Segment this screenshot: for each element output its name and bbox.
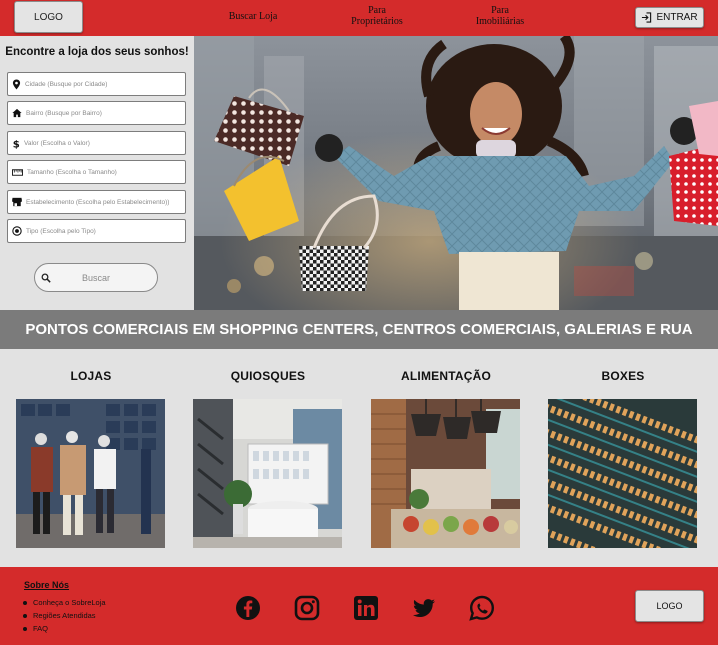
- footer-logo-button[interactable]: LOGO: [635, 590, 704, 622]
- footer-link-label: FAQ: [33, 624, 49, 633]
- login-icon: [642, 12, 652, 23]
- instagram-icon[interactable]: [294, 595, 320, 621]
- category-title-alimentacao: ALIMENTAÇÃO: [401, 369, 491, 383]
- twitter-icon[interactable]: [411, 595, 437, 621]
- search-button[interactable]: Buscar: [34, 263, 158, 292]
- target-icon: [12, 226, 22, 236]
- city-input[interactable]: [25, 80, 185, 88]
- search-button-label: Buscar: [81, 272, 110, 283]
- footer-links: Conheça o SobreLoja Regiões Atendidas FA…: [23, 596, 106, 635]
- category-image-quiosques[interactable]: [193, 399, 342, 548]
- footer-link[interactable]: Regiões Atendidas: [23, 609, 106, 622]
- whatsapp-icon[interactable]: [469, 595, 495, 621]
- nav-buscar-loja[interactable]: Buscar Loja: [220, 11, 286, 22]
- establishment-field[interactable]: [7, 190, 186, 214]
- size-field[interactable]: [7, 160, 186, 184]
- facebook-icon[interactable]: [235, 595, 261, 621]
- ruler-icon: [12, 168, 23, 176]
- hero-image: [194, 36, 718, 310]
- login-button[interactable]: ENTRAR: [635, 7, 704, 28]
- logo-button[interactable]: LOGO: [14, 1, 83, 33]
- city-field[interactable]: [7, 72, 186, 96]
- nav-para-proprietarios[interactable]: Para Proprietários: [342, 5, 412, 27]
- footer-link-label: Regiões Atendidas: [33, 611, 96, 620]
- top-header: LOGO Buscar Loja Para Proprietários Para…: [0, 0, 718, 36]
- footer-about-title[interactable]: Sobre Nós: [24, 580, 69, 590]
- login-label: ENTRAR: [656, 12, 698, 23]
- nav-imobiliarias-label: Imobiliárias: [475, 16, 525, 27]
- nav-para-label: Para: [368, 5, 386, 16]
- category-title-quiosques: QUIOSQUES: [230, 369, 306, 383]
- type-field[interactable]: [7, 219, 186, 243]
- linkedin-icon[interactable]: [353, 595, 379, 621]
- bullet-icon: [23, 626, 27, 631]
- category-image-boxes[interactable]: [548, 399, 697, 548]
- search-title: Encontre a loja dos seus sonhos!: [5, 46, 189, 58]
- neighborhood-input[interactable]: [26, 109, 185, 117]
- establishment-input[interactable]: [26, 198, 185, 206]
- category-title-lojas: LOJAS: [70, 369, 112, 383]
- category-title-boxes: BOXES: [601, 369, 645, 383]
- footer-link[interactable]: FAQ: [23, 622, 106, 635]
- store-icon: [12, 197, 22, 207]
- nav-proprietarios-label: Proprietários: [351, 16, 403, 27]
- size-input[interactable]: [27, 168, 185, 176]
- nav-para-label-2: Para: [491, 5, 509, 16]
- svg-text:$: $: [13, 139, 20, 148]
- type-input[interactable]: [26, 227, 185, 235]
- footer-link[interactable]: Conheça o SobreLoja: [23, 596, 106, 609]
- search-icon: [41, 273, 51, 283]
- bullet-icon: [23, 600, 27, 605]
- price-field[interactable]: $: [7, 131, 186, 155]
- category-image-alimentacao[interactable]: [371, 399, 520, 548]
- bullet-icon: [23, 613, 27, 618]
- category-banner: PONTOS COMERCIAIS EM SHOPPING CENTERS, C…: [0, 310, 718, 349]
- footer: Sobre Nós Conheça o SobreLoja Regiões At…: [0, 567, 718, 645]
- nav-para-imobiliarias[interactable]: Para Imobiliárias: [468, 5, 532, 27]
- dollar-icon: $: [13, 139, 20, 148]
- location-pin-icon: [12, 79, 21, 89]
- neighborhood-field[interactable]: [7, 101, 186, 125]
- home-icon: [12, 108, 22, 118]
- search-panel: Encontre a loja dos seus sonhos! $: [0, 36, 194, 310]
- price-input[interactable]: [24, 139, 184, 147]
- footer-link-label: Conheça o SobreLoja: [33, 598, 106, 607]
- category-image-lojas[interactable]: [16, 399, 165, 548]
